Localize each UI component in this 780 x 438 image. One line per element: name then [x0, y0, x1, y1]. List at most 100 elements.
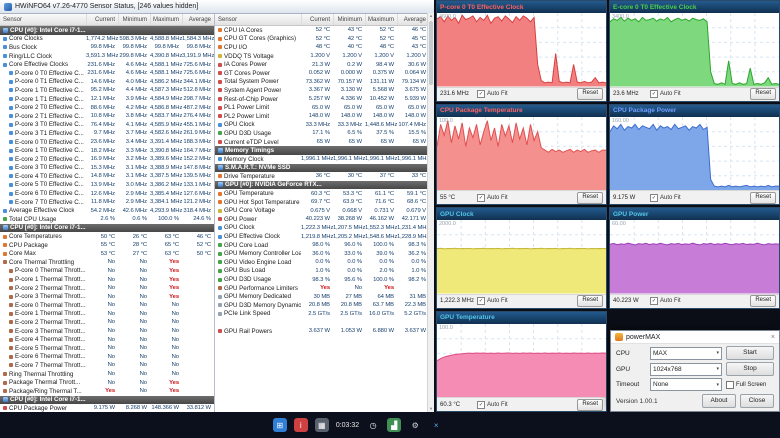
reset-button[interactable]: Reset — [577, 398, 603, 411]
sensor-row[interactable]: Core Temperatures 50 °C 26 °C 63 °C 46 °C — [0, 232, 214, 241]
sensor-row[interactable]: GPU Video Engine Load 0.0 % 0.0 % 0.0 % 0.0 … — [215, 258, 429, 267]
auto-fit-checkbox[interactable]: ✓ Auto Fit — [650, 297, 681, 305]
sensor-row[interactable]: E-core 0 Thermal Thrott... No No No — [0, 301, 214, 310]
sensor-row[interactable]: E-core 1 T0 Effective C... 18.2 MHz 3.3 MH… — [0, 146, 214, 155]
sensor-group-header[interactable]: Memory Timings — [215, 146, 429, 155]
sensor-row[interactable]: GPU Rail Powers 3.637 W 1.053 W 6.880 W 3.63… — [215, 327, 429, 336]
sensor-row[interactable]: CPU IA Cores 52 °C 43 °C 52 °C 46 °C — [215, 26, 429, 35]
sensor-row[interactable]: GPU Temperature 60.3 °C 53.3 °C 61.1 °C 59.1… — [215, 189, 429, 198]
powermax-titlebar[interactable]: powerMAX × — [611, 331, 779, 344]
sensor-row[interactable]: GPU Hot Spot Temperature 69.7 °C 63.9 °C 71… — [215, 198, 429, 207]
sensor-row[interactable]: System Agent Power 3.367 W 3.130 W 5.568 W 3… — [215, 86, 429, 95]
sensor-row[interactable]: Average Effective Clock 54.2 MHz 42.6 MHz 4… — [0, 206, 214, 215]
sensor-row[interactable]: P-core 1 Thermal Thrott... No No Yes — [0, 275, 214, 284]
col-sensor[interactable]: Sensor — [215, 17, 301, 23]
col-minimum[interactable]: Minimum — [118, 14, 150, 25]
sensor-row[interactable]: E-core 4 T0 Effective C... 14.8 MHz 3.1 MH… — [0, 172, 214, 181]
auto-fit-checkbox[interactable]: ✓ Auto Fit — [477, 193, 508, 202]
sensor-row[interactable]: GT Cores Power 0.052 W 0.000 W 0.375 W 0.064… — [215, 69, 429, 78]
reset-button[interactable]: Reset — [750, 88, 776, 100]
sensor-group-header[interactable]: S.M.A.R.T.: NVMe SSD — [215, 163, 429, 173]
sensor-row[interactable]: GPU Clock 33.3 MHz 33.3 MHz 1,448.6 MHz 107.… — [215, 121, 429, 130]
col-maximum[interactable]: Maximum — [365, 14, 397, 25]
sensor-row[interactable]: CPU GT Cores (Graphics) 52 °C 42 °C 52 °C 45… — [215, 35, 429, 44]
timeout-select[interactable]: None ▾ — [650, 378, 722, 391]
sensor-row[interactable]: Rest-of-Chip Power 5.257 W 4.336 W 10.452 W… — [215, 95, 429, 104]
sensor-row[interactable]: Package/Ring Thermal T... Yes No Yes — [0, 387, 214, 396]
graph-titlebar[interactable]: GPU Clock — [437, 208, 606, 220]
start-icon[interactable]: ⊞ — [272, 418, 287, 432]
sensor-row[interactable]: P-core 0 T1 Effective C... 14.6 MHz 4.0 MH… — [0, 78, 214, 87]
graph-titlebar[interactable]: GPU Power — [610, 208, 779, 220]
sensor-row[interactable]: E-core 5 T0 Effective C... 13.9 MHz 3.0 MH… — [0, 181, 214, 190]
sensor-row[interactable]: PCIe Link Speed 2.5 GT/s 2.5 GT/s 16.0 GT/s… — [215, 310, 429, 319]
sensor-row[interactable]: E-core 6 T0 Effective C... 12.6 MHz 2.9 MH… — [0, 189, 214, 198]
sensor-row[interactable]: P-core 3 T0 Effective C... 76.4 MHz 4.1 MH… — [0, 121, 214, 130]
reset-button[interactable]: Reset — [577, 191, 603, 204]
sensor-row[interactable]: IA Cores Power 21.3 W 0.2 W 98.4 W 30.6 W — [215, 60, 429, 69]
sensor-row[interactable]: Bus Clock 99.8 MHz 99.8 MHz 99.8 MHz 99.8 MH… — [0, 43, 214, 52]
sensor-row[interactable]: Core Max 53 °C 27 °C 63 °C 50 °C — [0, 249, 214, 258]
sensor-row[interactable]: GPU D3D Usage 98.3 % 95.6 % 100.0 % 98.2 % — [215, 275, 429, 284]
sensor-row[interactable]: GPU Power 40.223 W 38.268 W 46.162 W 42.171 … — [215, 215, 429, 224]
col-minimum[interactable]: Minimum — [333, 14, 365, 25]
scrollbar-thumb[interactable] — [429, 21, 433, 85]
sensor-row[interactable]: Current eTDP Level 65 W 65 W 65 W 65 W — [215, 138, 429, 147]
auto-fit-checkbox[interactable]: ✓ Auto Fit — [650, 193, 681, 202]
sensors-taskbar-icon[interactable]: ▦ — [314, 418, 329, 432]
sensor-row[interactable]: E-core 1 Thermal Thrott... No No No — [0, 310, 214, 319]
sensor-row[interactable]: Ring Thermal Throttling No No No — [0, 370, 214, 379]
sensor-group-header[interactable]: GPU [#0]: NVIDIA GeForce RTX... — [215, 180, 429, 190]
sensor-row[interactable]: GPU Effective Clock 1,219.8 MHz 1,205.2 MH… — [215, 232, 429, 241]
gpu-resolution-select[interactable]: 1024x768 ▾ — [650, 362, 722, 376]
sensor-row[interactable]: Total System Power 73.362 W 70.157 W 131.11… — [215, 78, 429, 87]
sensor-row[interactable] — [215, 318, 429, 327]
sensor-row[interactable]: P-core 3 T1 Effective C... 9.7 MHz 3.7 MHz… — [0, 129, 214, 138]
col-current[interactable]: Current — [301, 14, 333, 25]
graph-titlebar[interactable]: P-core 0 T0 Effective Clock — [437, 1, 606, 13]
stop-button[interactable]: Stop — [726, 362, 774, 376]
auto-fit-checkbox[interactable]: ✓ Auto Fit — [477, 400, 508, 409]
sensor-row[interactable]: GPU Memory Dedicated 30 MB 27 MB 64 MB 31 MB — [215, 292, 429, 301]
auto-fit-checkbox[interactable]: ✓ Auto Fit — [477, 297, 508, 305]
scrollbar[interactable]: ▲ ▼ — [427, 13, 434, 412]
sensor-row[interactable]: PL1 Power Limit 65.0 W 65.0 W 65.0 W 65.0 W — [215, 103, 429, 112]
close-button[interactable]: Close — [740, 394, 774, 408]
col-maximum[interactable]: Maximum — [150, 14, 182, 25]
fullscreen-checkbox[interactable]: Full Screen — [726, 380, 774, 389]
sensor-row[interactable]: E-core 7 Thermal Thrott... No No No — [0, 361, 214, 370]
sensor-row[interactable]: Core Effective Clocks 231.6 MHz 4.6 MHz 4,5… — [0, 60, 214, 69]
sensor-row[interactable]: P-core 0 T0 Effective C... 231.6 MHz 4.6 M… — [0, 69, 214, 78]
sensor-row[interactable]: P-core 2 Thermal Thrott... No No Yes — [0, 284, 214, 293]
sensor-row[interactable]: E-core 4 Thermal Thrott... No No No — [0, 335, 214, 344]
sensor-row[interactable]: P-core 2 T1 Effective C... 10.8 MHz 3.8 MH… — [0, 112, 214, 121]
sensor-row[interactable]: E-core 0 T0 Effective C... 23.6 MHz 3.4 MH… — [0, 138, 214, 147]
sensor-row[interactable]: E-core 3 Thermal Thrott... No No No — [0, 327, 214, 336]
sensor-row[interactable]: GPU Core Load 98.0 % 96.0 % 100.0 % 98.3 % — [215, 241, 429, 250]
about-button[interactable]: About — [702, 394, 736, 408]
sensor-group-header[interactable]: CPU [#0]: Intel Core i7-1... — [0, 26, 214, 35]
reset-button[interactable]: Reset — [577, 295, 603, 307]
col-current[interactable]: Current — [86, 14, 118, 25]
graph-titlebar[interactable]: CPU Package Power — [610, 104, 779, 117]
reset-button[interactable]: Reset — [750, 295, 776, 307]
scroll-up-icon[interactable]: ▲ — [428, 13, 434, 19]
sensor-row[interactable]: CPU Package 55 °C 28 °C 65 °C 52 °C — [0, 241, 214, 250]
reset-button[interactable]: Reset — [577, 88, 603, 100]
sensor-row[interactable]: E-core 2 Thermal Thrott... No No No — [0, 318, 214, 327]
start-button[interactable]: Start — [726, 346, 774, 360]
auto-fit-checkbox[interactable]: ✓ Auto Fit — [650, 90, 681, 98]
sensor-row[interactable]: Core Thermal Throttling No No Yes — [0, 258, 214, 267]
sensor-row[interactable]: E-core 3 T0 Effective C... 15.3 MHz 3.1 MH… — [0, 164, 214, 173]
sensor-row[interactable]: VDDQ TS Voltage 1.200 V 1.200 V 1.200 V 1.20… — [215, 52, 429, 61]
sensor-row[interactable]: Total CPU Usage 2.6 % 0.6 % 100.0 % 24.6 % — [0, 215, 214, 224]
col-sensor[interactable]: Sensor — [0, 17, 86, 23]
hwinfo-titlebar[interactable]: HWiNFO64 v7.26-4770 Sensor Status, [246 … — [0, 0, 434, 14]
powermax-close-icon[interactable]: × — [771, 334, 775, 341]
sensor-row[interactable]: Package Thermal Thrott... No No Yes — [0, 378, 214, 387]
auto-fit-checkbox[interactable]: ✓ Auto Fit — [477, 90, 508, 98]
col-average[interactable]: Average — [182, 14, 214, 25]
sensor-row[interactable]: Core Clocks 1,774.2 MHz 598.3 MHz 4,588.8 M… — [0, 35, 214, 44]
sensor-row[interactable]: GPU Performance Limiters Yes No Yes — [215, 284, 429, 293]
sensor-row[interactable]: GPU Bus Load 1.0 % 0.0 % 2.0 % 1.0 % — [215, 267, 429, 276]
